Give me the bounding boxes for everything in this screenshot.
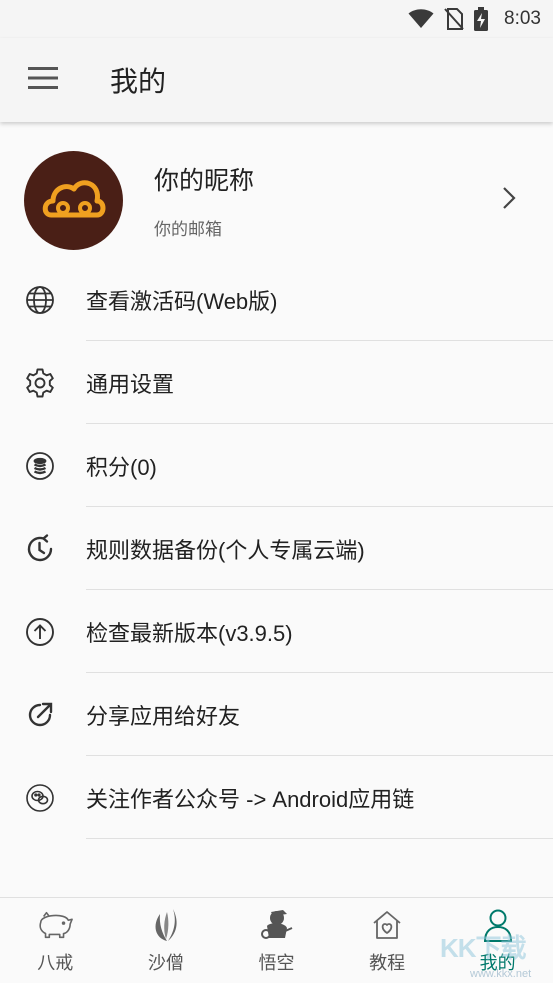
nav-item-bajie[interactable]: 八戒 [0,898,111,983]
wifi-icon [408,9,434,29]
battery-charging-icon [474,7,489,31]
profile-chevron[interactable] [489,180,529,220]
menu-item-general-settings[interactable]: 通用设置 [0,341,553,424]
menu-button[interactable] [0,38,86,122]
backup-clock-icon [24,533,56,565]
menu-item-label: 规则数据备份(个人专属云端) [86,537,365,563]
monkey-icon [258,907,294,943]
nav-item-tutorial[interactable]: 教程 [332,898,443,983]
avatar[interactable] [24,150,123,250]
nav-label: 八戒 [37,952,74,974]
menu-item-points[interactable]: 积分(0) [0,424,553,507]
leaf-icon [148,907,184,943]
menu-item-label: 查看激活码(Web版) [86,288,278,314]
status-time: 8:03 [504,8,541,29]
page-title: 我的 [110,65,167,98]
menu-item-label: 检查最新版本(v3.9.5) [86,620,293,646]
menu-item-check-update[interactable]: 检查最新版本(v3.9.5) [0,590,553,673]
menu-item-share[interactable]: 分享应用给好友 [0,673,553,756]
menu-item-follow-author[interactable]: 关注作者公众号 -> Android应用链 [0,756,553,839]
chevron-right-icon [502,186,516,214]
menu-item-activation-code[interactable]: 查看激活码(Web版) [0,258,553,341]
nav-item-wukong[interactable]: 悟空 [221,898,332,983]
profile-card[interactable]: 你的昵称 你的邮箱 [0,140,553,260]
menu-item-label: 积分(0) [86,454,157,480]
nickname: 你的昵称 [154,165,255,195]
wechat-icon [24,782,56,814]
hamburger-menu-icon [28,67,58,93]
nav-label: 悟空 [258,952,295,974]
menu-item-label: 关注作者公众号 -> Android应用链 [86,786,415,812]
menu-item-label: 通用设置 [86,371,175,397]
menu-item-label: 分享应用给好友 [86,703,241,729]
status-bar: 8:03 [0,0,553,38]
app-bar: 我的 [0,38,553,122]
coins-icon [24,450,56,482]
watermark: KK下载 [440,933,527,963]
arrow-up-circle-icon [24,616,56,648]
home-heart-icon [369,907,405,943]
cloud-logo-icon [41,175,107,225]
nav-label: 教程 [369,952,406,974]
globe-icon [24,284,56,316]
settings-menu: 查看激活码(Web版) 通用设置 积分(0) 规则数据备份(个人专属云端) 检查… [0,258,553,839]
nav-label: 沙僧 [147,952,184,974]
menu-item-backup[interactable]: 规则数据备份(个人专属云端) [0,507,553,590]
pig-icon [37,907,74,943]
email: 你的邮箱 [154,219,222,240]
no-sim-icon [444,8,464,30]
watermark-url: www.kkx.net [470,968,532,980]
gear-icon [24,367,56,399]
share-external-icon [24,699,56,731]
nav-item-shaseng[interactable]: 沙僧 [111,898,222,983]
